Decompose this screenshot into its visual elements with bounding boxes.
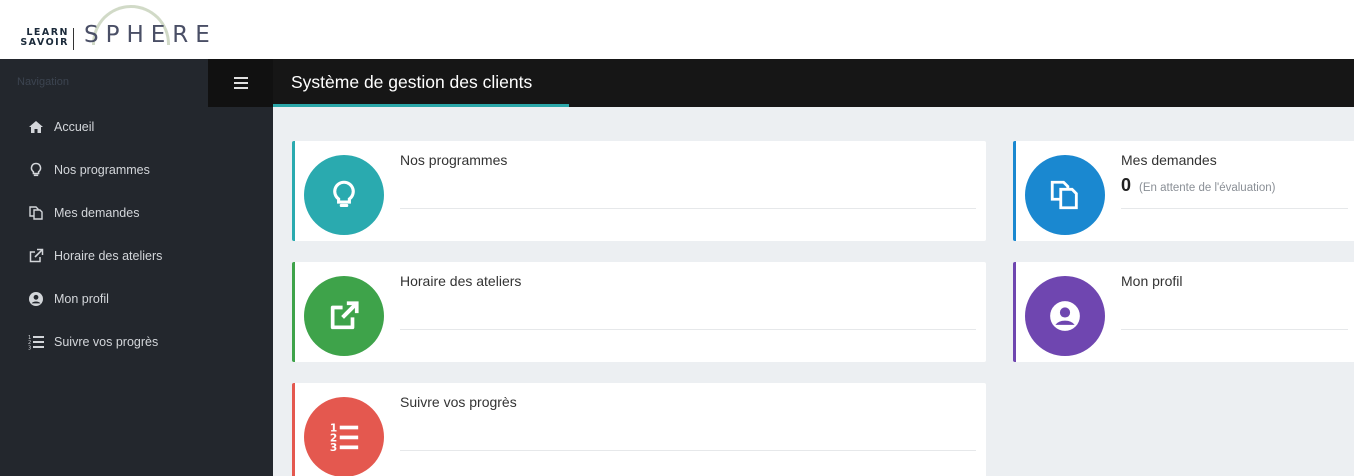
- sidebar-item-label: Nos programmes: [54, 162, 150, 177]
- sidebar-item-label: Mon profil: [54, 291, 109, 306]
- card-progres[interactable]: 1 2 3 Suivre vos progrès: [292, 383, 986, 476]
- sidebar-item-label: Suivre vos progrès: [54, 334, 159, 349]
- card-title: Suivre vos progrès: [400, 394, 517, 410]
- home-icon: [27, 118, 44, 135]
- logo-stack: LEARN SAVOIR: [17, 28, 69, 48]
- logo-bar: LEARN SAVOIR SPHERE: [0, 0, 1354, 59]
- sidebar-item-programmes[interactable]: Nos programmes: [0, 148, 273, 191]
- top-header: Système de gestion des clients: [273, 59, 1354, 107]
- copy-icon: [1050, 180, 1078, 210]
- sidebar: Navigation Accueil Nos programmes Mes de…: [0, 59, 273, 476]
- copy-icon: [27, 204, 44, 221]
- svg-text:3: 3: [330, 441, 337, 454]
- logo-separator: [73, 28, 74, 50]
- card-divider: [400, 450, 976, 451]
- card-divider: [1121, 329, 1348, 330]
- card-profil-circle: [1025, 276, 1105, 356]
- logo-word: SPHERE: [84, 22, 217, 48]
- external-link-icon: [27, 247, 44, 264]
- card-programmes[interactable]: Nos programmes: [292, 141, 986, 241]
- card-progres-circle: 1 2 3: [304, 397, 384, 476]
- nav-list: Accueil Nos programmes Mes demandes Hora…: [0, 105, 273, 363]
- nav-header: Navigation: [0, 59, 273, 107]
- svg-text:3: 3: [28, 345, 31, 350]
- user-circle-icon: [1050, 301, 1080, 331]
- sidebar-item-profil[interactable]: Mon profil: [0, 277, 273, 320]
- sidebar-item-label: Accueil: [54, 119, 95, 134]
- page-title: Système de gestion des clients: [291, 72, 533, 92]
- card-title: Nos programmes: [400, 152, 508, 168]
- card-title: Mes demandes: [1121, 152, 1217, 168]
- sidebar-item-ateliers[interactable]: Horaire des ateliers: [0, 234, 273, 277]
- card-demandes-circle: [1025, 155, 1105, 235]
- brand-logo[interactable]: LEARN SAVOIR SPHERE: [17, 5, 217, 54]
- card-divider: [400, 208, 976, 209]
- lightbulb-icon: [27, 161, 44, 178]
- card-divider: [1121, 208, 1348, 209]
- list-ol-icon: 123: [27, 333, 44, 350]
- card-ateliers-circle: [304, 276, 384, 356]
- sidebar-item-progres[interactable]: 123 Suivre vos progrès: [0, 320, 273, 363]
- requests-note: (En attente de l'évaluation): [1139, 182, 1276, 194]
- requests-count: 0: [1121, 175, 1132, 195]
- user-circle-icon: [27, 290, 44, 307]
- card-profil[interactable]: Mon profil: [1013, 262, 1354, 362]
- card-demandes[interactable]: Mes demandes 0 (En attente de l'évaluati…: [1013, 141, 1354, 241]
- sidebar-item-label: Mes demandes: [54, 205, 140, 220]
- card-programmes-circle: [304, 155, 384, 235]
- sidebar-item-label: Horaire des ateliers: [54, 248, 163, 263]
- nav-caption: Navigation: [17, 76, 69, 88]
- logo-line2: SAVOIR: [20, 37, 69, 48]
- card-value-row: 0 (En attente de l'évaluation): [1121, 175, 1275, 196]
- lightbulb-icon: [333, 180, 355, 208]
- card-ateliers[interactable]: Horaire des ateliers: [292, 262, 986, 362]
- sidebar-item-accueil[interactable]: Accueil: [0, 105, 273, 148]
- card-title: Mon profil: [1121, 273, 1183, 289]
- list-ol-icon: 1 2 3: [330, 421, 359, 454]
- sidebar-item-demandes[interactable]: Mes demandes: [0, 191, 273, 234]
- card-title: Horaire des ateliers: [400, 273, 522, 289]
- menu-toggle-button[interactable]: [208, 59, 273, 107]
- dashboard-content: Nos programmes Mes demandes 0 (En attent…: [273, 107, 1354, 476]
- hamburger-icon: [233, 77, 248, 89]
- external-link-icon: [330, 301, 359, 330]
- card-divider: [400, 329, 976, 330]
